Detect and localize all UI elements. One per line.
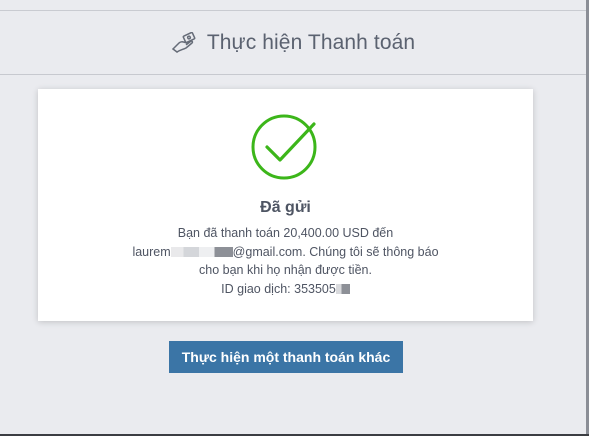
page-title: Thực hiện Thanh toán — [206, 30, 416, 54]
payment-result-page: Thực hiện Thanh toán Đã gửi Bạn đã thanh… — [0, 0, 589, 436]
transaction-id-line: ID giao dịch: 353505 — [38, 280, 533, 299]
recipient-email-suffix: @gmail.com. Chúng tôi sẽ thông báo — [232, 244, 439, 259]
redacted-email — [170, 246, 233, 257]
payment-message: Bạn đã thanh toán 20,400.00 USD đến laur… — [38, 224, 533, 298]
recipient-line: laurem @gmail.com. Chúng tôi sẽ thông báo — [38, 243, 533, 262]
check-circle-icon — [251, 114, 317, 180]
payment-success-card: Đã gửi Bạn đã thanh toán 20,400.00 USD đ… — [38, 89, 533, 321]
status-title: Đã gửi — [260, 199, 311, 216]
notify-line: cho bạn khi họ nhận được tiền. — [199, 263, 372, 277]
page-header: Thực hiện Thanh toán — [0, 11, 586, 75]
redacted-transaction-id — [335, 283, 350, 294]
recipient-email-prefix: laurem — [132, 244, 171, 259]
hand-money-icon — [171, 30, 197, 56]
transaction-id-label: ID giao dịch: 353505 — [221, 281, 336, 296]
new-payment-button[interactable]: Thực hiện một thanh toán khác — [169, 341, 403, 373]
amount-line: Bạn đã thanh toán 20,400.00 USD đến — [177, 226, 394, 240]
